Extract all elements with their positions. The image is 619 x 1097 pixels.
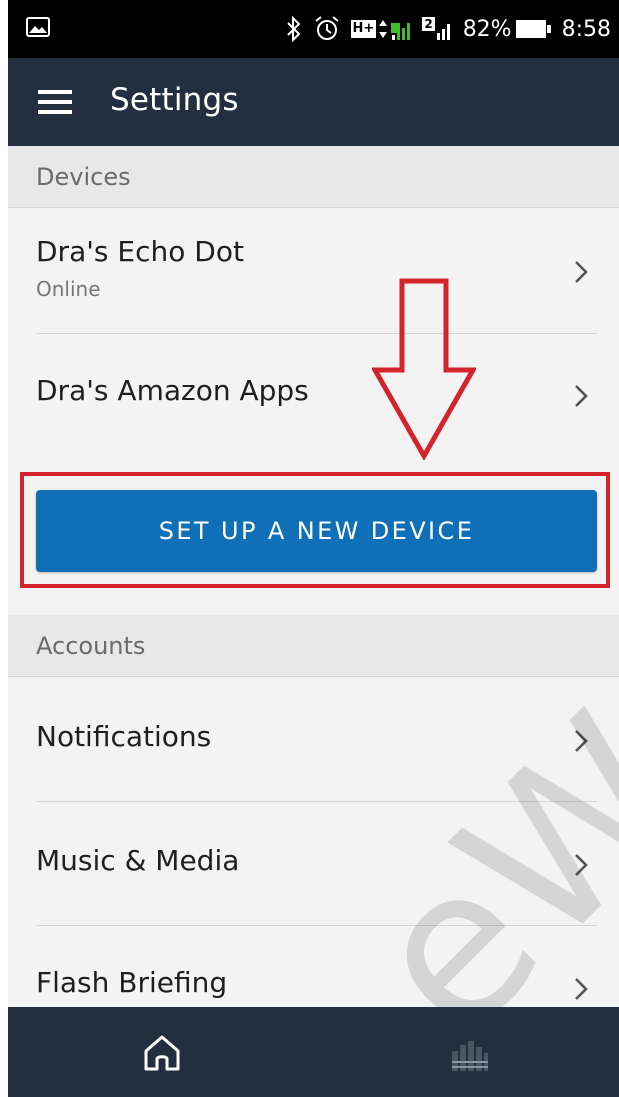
network-type-label: H+ (350, 20, 377, 38)
down-arrow-icon (372, 278, 476, 460)
status-icons: H+ 2 82% 8:58 (285, 13, 611, 45)
chevron-right-icon (575, 385, 588, 407)
alarm-icon (313, 15, 341, 43)
account-item-title: Flash Briefing (36, 966, 228, 999)
page-title: Settings (110, 82, 239, 118)
bottom-navigation (8, 1007, 619, 1097)
battery-icon (515, 20, 551, 38)
sim2-label: 2 (422, 17, 435, 31)
account-item-flash-briefing[interactable]: Flash Briefing (8, 926, 619, 1007)
bluetooth-icon (285, 15, 303, 43)
chevron-right-icon (575, 730, 588, 752)
device-item-echo-dot[interactable]: Dra's Echo Dot Online (8, 209, 619, 333)
device-item-title: Dra's Amazon Apps (36, 374, 309, 407)
signal-2-icon: 2 (422, 15, 452, 43)
chevron-right-icon (575, 854, 588, 876)
app-bar: Settings (8, 58, 619, 146)
device-status: Online (36, 277, 101, 301)
account-item-notifications[interactable]: Notifications (8, 678, 619, 802)
hamburger-menu-icon[interactable] (36, 84, 76, 120)
section-header-accounts: Accounts (8, 615, 619, 677)
account-item-title: Notifications (36, 720, 212, 753)
home-icon[interactable] (140, 1031, 184, 1075)
chevron-right-icon (575, 261, 588, 283)
account-item-music-media[interactable]: Music & Media (8, 802, 619, 926)
now-playing-icon[interactable] (450, 1037, 490, 1073)
signal-icon (391, 23, 411, 40)
account-item-title: Music & Media (36, 844, 240, 877)
clock: 8:58 (561, 16, 611, 42)
battery-percent: 82% (462, 16, 512, 42)
device-item-title: Dra's Echo Dot (36, 235, 244, 268)
app-screen: H+ 2 82% 8:58 Settings Devices Dra's Ech… (8, 0, 619, 1097)
network-icon: H+ (350, 15, 413, 43)
set-up-new-device-button[interactable]: SET UP A NEW DEVICE (36, 490, 597, 572)
chevron-right-icon (575, 978, 588, 1000)
image-notification-icon (26, 17, 50, 37)
section-header-devices: Devices (8, 146, 619, 208)
device-item-amazon-apps[interactable]: Dra's Amazon Apps (8, 334, 619, 458)
status-bar: H+ 2 82% 8:58 (8, 0, 619, 58)
battery-status: 82% (463, 17, 552, 42)
